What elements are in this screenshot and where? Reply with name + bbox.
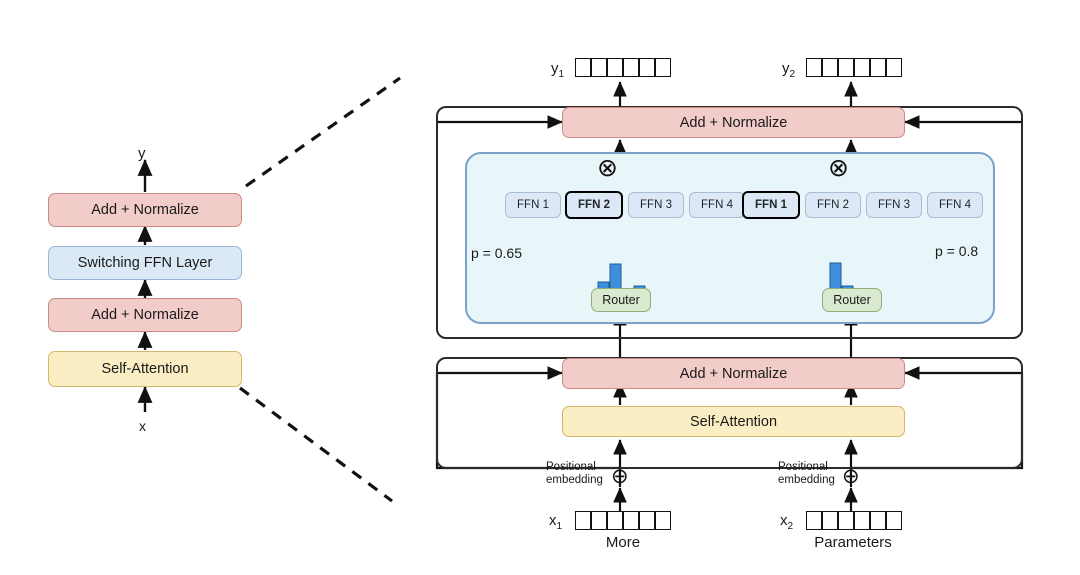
router-right-label: Router xyxy=(833,293,871,307)
positional-embedding-left-line2: embedding xyxy=(546,474,603,487)
router-left-label: Router xyxy=(602,293,640,307)
output-1-symbol: y xyxy=(551,60,559,77)
input-vector-1 xyxy=(575,511,671,530)
switch-transformer-diagram: y Add + Normalize Switching FFN Layer Ad… xyxy=(0,0,1080,575)
switching-ffn-container xyxy=(465,152,995,324)
left-switching-ffn-layer-label: Switching FFN Layer xyxy=(77,255,213,271)
vector-cell xyxy=(870,511,886,530)
positional-embedding-right-line2: embedding xyxy=(778,474,835,487)
left-add-normalize-top-label: Add + Normalize xyxy=(91,202,199,218)
top-add-normalize: Add + Normalize xyxy=(562,107,905,138)
vector-cell xyxy=(655,511,671,530)
input-vector-2 xyxy=(806,511,902,530)
output-vector-1 xyxy=(575,58,671,77)
vector-cell xyxy=(822,58,838,77)
left-self-attention-label: Self-Attention xyxy=(101,361,189,377)
left-add-normalize-bottom-label: Add + Normalize xyxy=(91,307,199,323)
output-vector-2 xyxy=(806,58,902,77)
vector-cell xyxy=(639,58,655,77)
vector-cell xyxy=(639,511,655,530)
output-vector-1-name: y1 xyxy=(551,60,564,80)
right-self-attention-label: Self-Attention xyxy=(689,413,778,430)
ffn-4-right-label: FFN 4 xyxy=(939,199,971,211)
ffn-1-left[interactable]: FFN 1 xyxy=(505,192,561,218)
vector-cell xyxy=(575,511,591,530)
left-add-normalize-bottom: Add + Normalize xyxy=(48,298,242,332)
ffn-3-left-label: FFN 3 xyxy=(640,199,672,211)
ffn-1-right-selected[interactable]: FFN 1 xyxy=(742,191,800,219)
ffn-3-left[interactable]: FFN 3 xyxy=(628,192,684,218)
output-vector-2-name: y2 xyxy=(782,60,795,80)
left-self-attention: Self-Attention xyxy=(48,351,242,387)
left-switching-ffn-layer: Switching FFN Layer xyxy=(48,246,242,280)
vector-cell xyxy=(838,511,854,530)
output-1-subscript: 1 xyxy=(558,69,565,80)
zoom-connector-lines xyxy=(239,76,401,503)
vector-cell xyxy=(838,58,854,77)
ffn-4-right[interactable]: FFN 4 xyxy=(927,192,983,218)
router-left[interactable]: Router xyxy=(591,288,651,312)
positional-embedding-label-left: Positional embedding xyxy=(546,461,603,487)
ffn-3-right[interactable]: FFN 3 xyxy=(866,192,922,218)
vector-cell xyxy=(607,511,623,530)
ffn-2-left-label: FFN 2 xyxy=(578,199,610,211)
ffn-2-left-selected[interactable]: FFN 2 xyxy=(565,191,623,219)
vector-cell xyxy=(575,58,591,77)
vector-cell xyxy=(822,511,838,530)
input-2-subscript: 2 xyxy=(787,521,794,532)
vector-cell xyxy=(623,58,639,77)
vector-cell xyxy=(591,58,607,77)
input-vector-2-name: x2 xyxy=(780,512,793,532)
right-self-attention: Self-Attention xyxy=(562,406,905,437)
output-2-symbol: y xyxy=(782,60,790,77)
input-1-symbol: x xyxy=(549,512,557,529)
router-right[interactable]: Router xyxy=(822,288,882,312)
ffn-4-left-label: FFN 4 xyxy=(701,199,733,211)
vector-cell xyxy=(870,58,886,77)
ffn-3-right-label: FFN 3 xyxy=(878,199,910,211)
bottom-add-normalize-label: Add + Normalize xyxy=(679,365,788,382)
probability-label-right: p = 0.8 xyxy=(935,243,979,259)
vector-cell xyxy=(591,511,607,530)
ffn-1-right-label: FFN 1 xyxy=(755,199,787,211)
top-add-normalize-label: Add + Normalize xyxy=(679,114,788,131)
probability-label-left: p = 0.65 xyxy=(471,245,522,261)
ffn-4-left[interactable]: FFN 4 xyxy=(689,192,745,218)
ffn-2-right-label: FFN 2 xyxy=(817,199,849,211)
vector-cell xyxy=(886,511,902,530)
left-add-normalize-top: Add + Normalize xyxy=(48,193,242,227)
input-word-2: Parameters xyxy=(814,534,892,551)
positional-embedding-right-line1: Positional xyxy=(778,461,828,473)
ffn-2-right[interactable]: FFN 2 xyxy=(805,192,861,218)
bottom-add-normalize: Add + Normalize xyxy=(562,358,905,389)
input-2-symbol: x xyxy=(780,512,788,529)
output-2-subscript: 2 xyxy=(789,69,796,80)
vector-cell xyxy=(886,58,902,77)
input-1-subscript: 1 xyxy=(556,521,563,532)
vector-cell xyxy=(655,58,671,77)
vector-cell xyxy=(854,511,870,530)
input-vector-1-name: x1 xyxy=(549,512,562,532)
positional-embedding-label-right: Positional embedding xyxy=(778,461,835,487)
vector-cell xyxy=(806,511,822,530)
ffn-1-left-label: FFN 1 xyxy=(517,199,549,211)
vector-cell xyxy=(623,511,639,530)
vector-cell xyxy=(806,58,822,77)
positional-embedding-left-line1: Positional xyxy=(546,461,596,473)
vector-cell xyxy=(607,58,623,77)
input-word-1: More xyxy=(605,534,641,551)
vector-cell xyxy=(854,58,870,77)
